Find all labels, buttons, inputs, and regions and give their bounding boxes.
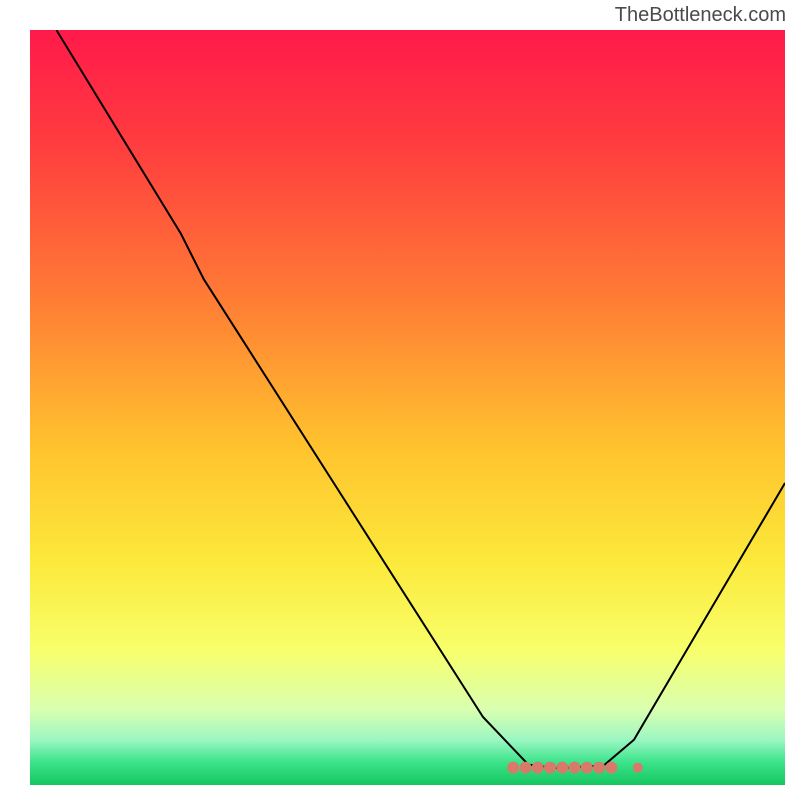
chart-plot-area [30, 30, 785, 785]
trough-marker [532, 762, 544, 774]
trough-marker-outlier [633, 763, 643, 773]
chart-svg [30, 30, 785, 785]
trough-marker [605, 762, 617, 774]
trough-marker [520, 762, 532, 774]
watermark-text: TheBottleneck.com [615, 4, 786, 27]
trough-marker [556, 762, 568, 774]
trough-marker [507, 762, 519, 774]
chart-background [30, 30, 785, 785]
trough-marker [593, 762, 605, 774]
trough-marker [569, 762, 581, 774]
trough-marker [544, 762, 556, 774]
trough-marker [581, 762, 593, 774]
